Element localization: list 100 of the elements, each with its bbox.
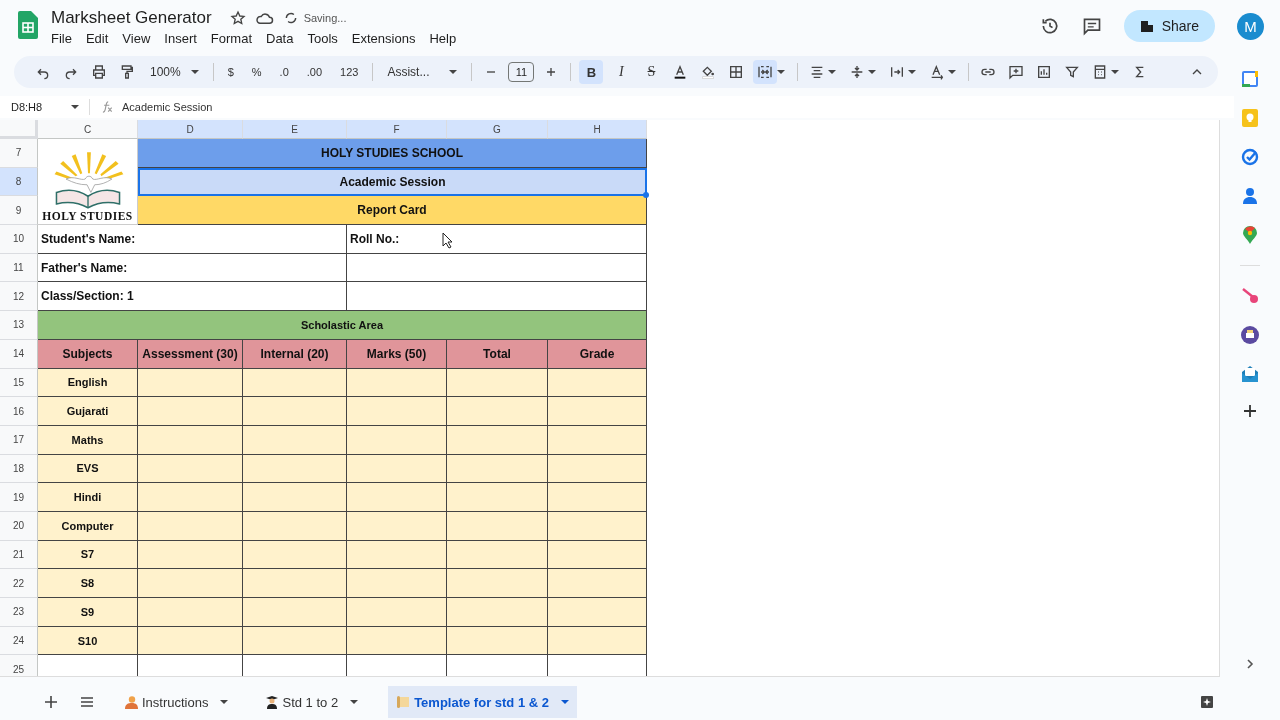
formula-value[interactable]: Academic Session: [122, 101, 213, 113]
cloud-icon[interactable]: [255, 10, 274, 26]
add-icon[interactable]: [1243, 404, 1257, 418]
table-cell[interactable]: [243, 397, 347, 426]
table-cell[interactable]: [548, 483, 647, 512]
contacts-icon[interactable]: [1242, 187, 1258, 205]
row-header[interactable]: 12: [0, 282, 38, 312]
table-cell[interactable]: [243, 425, 347, 455]
table-cell[interactable]: [243, 368, 347, 398]
subject-cell[interactable]: Computer: [38, 511, 138, 541]
tasks-icon[interactable]: [1241, 148, 1259, 166]
subject-cell[interactable]: English: [38, 368, 138, 398]
table-cell[interactable]: [347, 253, 647, 283]
name-box[interactable]: D8:H8: [11, 101, 79, 113]
table-cell[interactable]: Student's Name:: [38, 225, 347, 254]
table-cell[interactable]: [138, 511, 243, 541]
table-cell[interactable]: [243, 511, 347, 541]
table-cell[interactable]: [548, 511, 647, 541]
column-header[interactable]: D: [138, 120, 243, 139]
subject-cell[interactable]: S8: [38, 569, 138, 598]
row-header[interactable]: 7: [0, 139, 38, 168]
table-cell[interactable]: [548, 540, 647, 570]
table-cell[interactable]: [243, 569, 347, 598]
table-cell[interactable]: [548, 425, 647, 455]
number-format-button[interactable]: .00: [300, 66, 329, 78]
row-header[interactable]: 18: [0, 454, 38, 484]
row-header[interactable]: 21: [0, 540, 38, 570]
table-cell[interactable]: Roll No.:: [347, 225, 647, 254]
font-size-field[interactable]: 11: [508, 62, 535, 82]
menu-item[interactable]: Data: [266, 31, 301, 46]
table-cell[interactable]: [548, 397, 647, 426]
table-cell[interactable]: [347, 626, 447, 656]
row-header[interactable]: 20: [0, 511, 38, 541]
text-style-button[interactable]: I: [609, 60, 634, 84]
number-format-button[interactable]: .0: [273, 66, 295, 78]
menu-item[interactable]: View: [122, 31, 158, 46]
zoom-dropdown[interactable]: 100%: [144, 65, 205, 79]
row-header[interactable]: 25: [0, 655, 38, 676]
map-pin-icon[interactable]: [1243, 226, 1257, 244]
sheet-tab[interactable]: Instructions: [116, 686, 237, 718]
table-cell[interactable]: [548, 368, 647, 398]
menu-item[interactable]: Tools: [307, 31, 345, 46]
subject-cell[interactable]: S9: [38, 598, 138, 627]
row-header[interactable]: 22: [0, 569, 38, 598]
column-header[interactable]: G: [447, 120, 548, 139]
table-cell[interactable]: [347, 569, 447, 598]
row-header[interactable]: 16: [0, 397, 38, 426]
share-button[interactable]: Share: [1123, 10, 1215, 42]
session-cell[interactable]: Academic Session: [138, 167, 647, 197]
table-cell[interactable]: [138, 368, 243, 398]
subject-cell[interactable]: S7: [38, 540, 138, 570]
table-cell[interactable]: [347, 425, 447, 455]
table-cell[interactable]: Father's Name:: [38, 253, 347, 283]
table-cell[interactable]: [347, 598, 447, 627]
expand-icon[interactable]: [1245, 658, 1255, 670]
table-cell[interactable]: [347, 454, 447, 484]
mail-icon[interactable]: [1241, 365, 1259, 383]
sheet-tab[interactable]: Template for std 1 & 2: [388, 686, 577, 718]
table-cell[interactable]: [138, 397, 243, 426]
row-header[interactable]: 13: [0, 311, 38, 340]
table-cell[interactable]: [447, 483, 548, 512]
text-style-button[interactable]: S: [639, 60, 664, 84]
table-cell[interactable]: [347, 368, 447, 398]
row-header[interactable]: 11: [0, 253, 38, 283]
sheets-logo-icon[interactable]: [18, 11, 38, 39]
sheet-tab[interactable]: Std 1 to 2: [258, 686, 367, 718]
menu-icon[interactable]: [80, 696, 94, 708]
table-cell[interactable]: [447, 598, 548, 627]
table-cell[interactable]: [548, 569, 647, 598]
table-cell[interactable]: Class/Section: 1: [38, 282, 347, 312]
menu-item[interactable]: Insert: [164, 31, 204, 46]
table-cell[interactable]: [447, 511, 548, 541]
menu-item[interactable]: Format: [210, 31, 259, 46]
comment-icon[interactable]: [1081, 16, 1102, 36]
table-cell[interactable]: [447, 569, 548, 598]
column-header[interactable]: H: [548, 120, 647, 139]
table-cell[interactable]: [138, 540, 243, 570]
table-cell[interactable]: [243, 598, 347, 627]
subject-cell[interactable]: S10: [38, 626, 138, 656]
row-header[interactable]: 15: [0, 368, 38, 398]
menu-item[interactable]: Edit: [85, 31, 116, 46]
column-header[interactable]: F: [347, 120, 447, 139]
add-sheet-icon[interactable]: [44, 695, 58, 709]
user-avatar[interactable]: M: [1237, 12, 1264, 40]
font-dropdown[interactable]: Assist...: [381, 65, 464, 79]
table-cell[interactable]: [347, 540, 447, 570]
document-title[interactable]: Marksheet Generator: [51, 8, 212, 28]
table-cell[interactable]: [138, 598, 243, 627]
menu-item[interactable]: Help: [429, 31, 464, 46]
printer-icon[interactable]: [1241, 326, 1259, 344]
subject-cell[interactable]: EVS: [38, 454, 138, 484]
table-cell[interactable]: [447, 397, 548, 426]
table-cell[interactable]: [447, 454, 548, 484]
row-header[interactable]: 9: [0, 196, 38, 226]
calendar-icon[interactable]: [1241, 70, 1259, 88]
table-cell[interactable]: [548, 454, 647, 484]
subject-cell[interactable]: Gujarati: [38, 397, 138, 426]
star-icon[interactable]: [229, 10, 246, 26]
row-header[interactable]: 23: [0, 598, 38, 627]
merge-cells-button[interactable]: [753, 60, 778, 84]
